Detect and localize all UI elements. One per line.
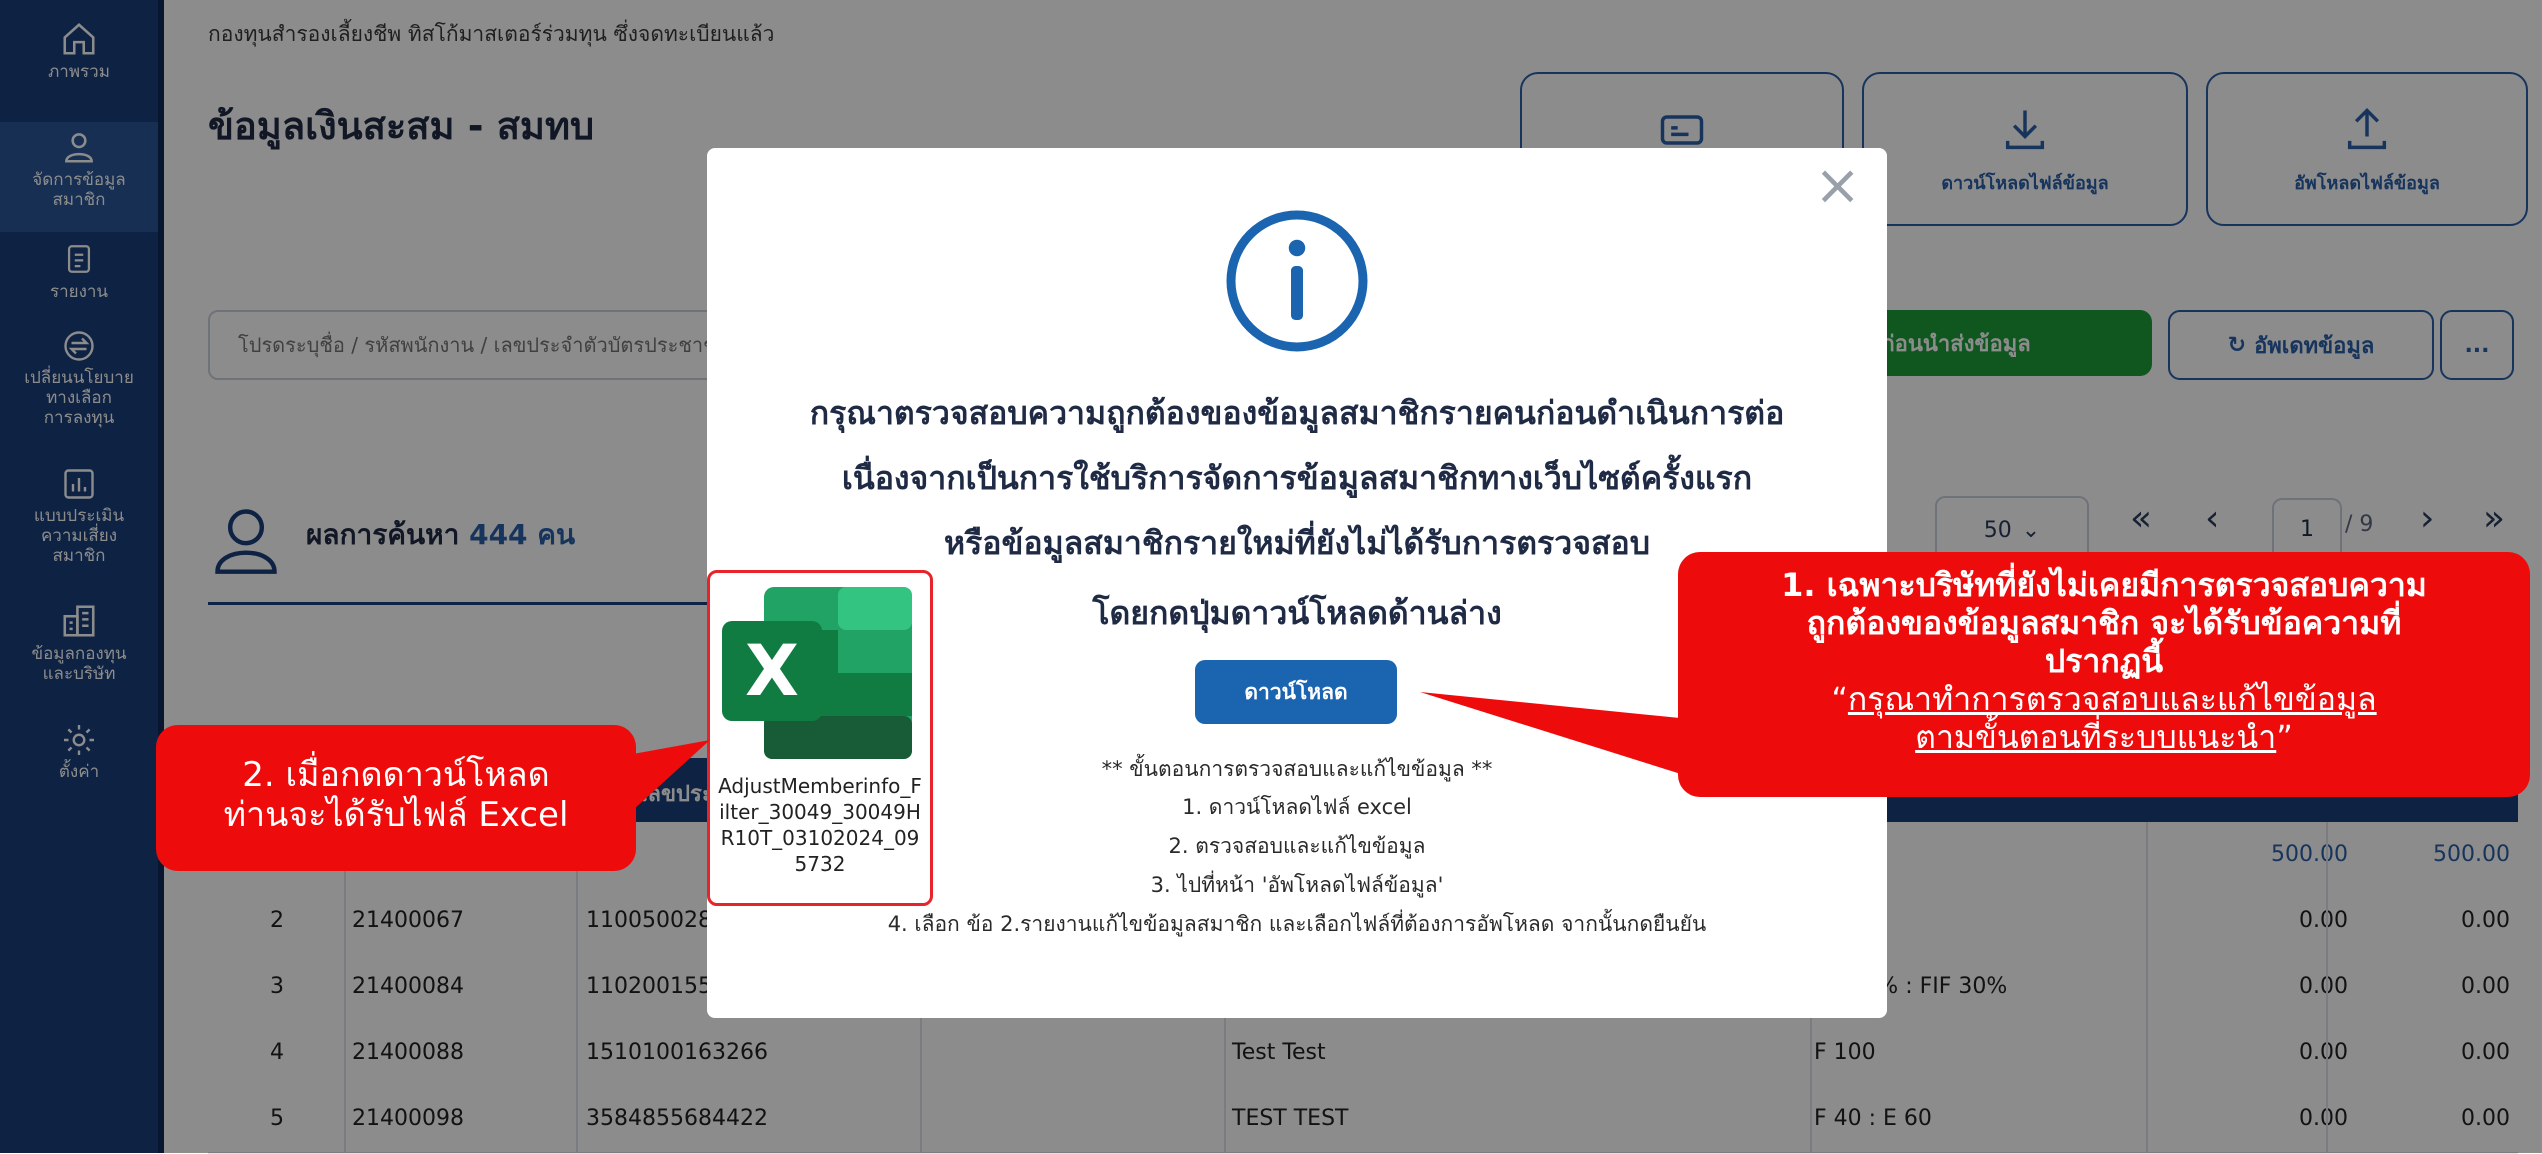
callout-first-time: 1. เฉพาะบริษัทที่ยังไม่เคยมีการตรวจสอบคว… [1678,552,2530,797]
download-button[interactable]: ดาวน์โหลด [1195,660,1397,724]
modal-message: กรุณาตรวจสอบความถูกต้องของข้อมูลสมาชิกรา… [809,394,1785,432]
callout-text: ถูกต้องของข้อมูลสมาชิก จะได้รับข้อความที… [1806,604,2402,642]
close-icon[interactable]: × [1814,158,1861,214]
modal-message: เนื่องจากเป็นการใช้บริการจัดการข้อมูลสมา… [841,459,1753,497]
callout-text: 2. เมื่อกดดาวน์โหลด [242,755,550,795]
file-name: AdjustMemberinfo_Filter_30049_30049HR10T… [718,774,922,876]
callout-quote: ตามขั้นตอนที่ระบบแนะนำ” [1915,718,2293,756]
svg-text:X: X [745,630,799,712]
info-icon [1226,210,1368,352]
callout-text: ท่านจะได้รับไฟล์ Excel [223,795,569,835]
callout-text: ปรากฏนี้ [2044,642,2164,680]
step-item: 4. เลือก ข้อ 2.รายงานแก้ไขข้อมูลสมาชิก แ… [887,912,1707,936]
excel-file[interactable]: X AdjustMemberinfo_Filter_30049_30049HR1… [707,570,933,906]
excel-icon: X [722,587,912,759]
callout-quote: “กรุณาทำการตรวจสอบและแก้ไขข้อมูล [1831,680,2377,718]
callout-excel: 2. เมื่อกดดาวน์โหลด ท่านจะได้รับไฟล์ Exc… [156,725,636,871]
callout-text: 1. เฉพาะบริษัทที่ยังไม่เคยมีการตรวจสอบคว… [1781,566,2427,604]
